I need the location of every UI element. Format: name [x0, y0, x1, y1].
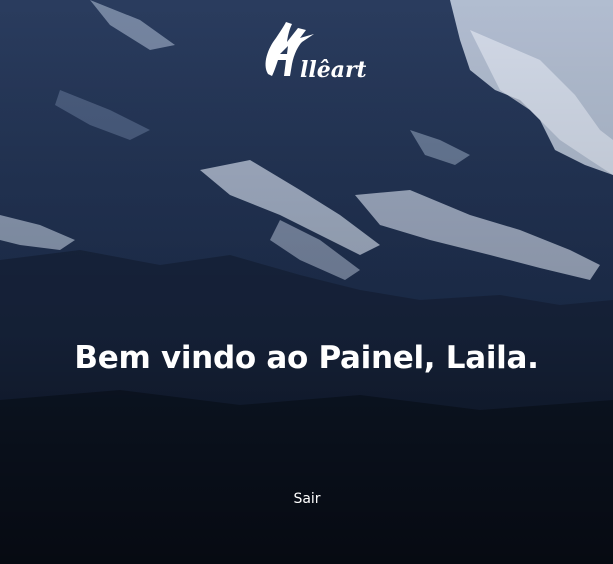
- welcome-heading: Bem vindo ao Painel, Laila.: [74, 340, 539, 376]
- logout-link[interactable]: Sair: [281, 488, 333, 510]
- logo-wordmark: llêart: [300, 57, 366, 83]
- dashboard-page: llêart Bem vindo ao Painel, Laila. Sair: [0, 0, 613, 564]
- alleart-logo-mark: llêart: [265, 22, 366, 83]
- alleart-logo: llêart: [0, 20, 613, 86]
